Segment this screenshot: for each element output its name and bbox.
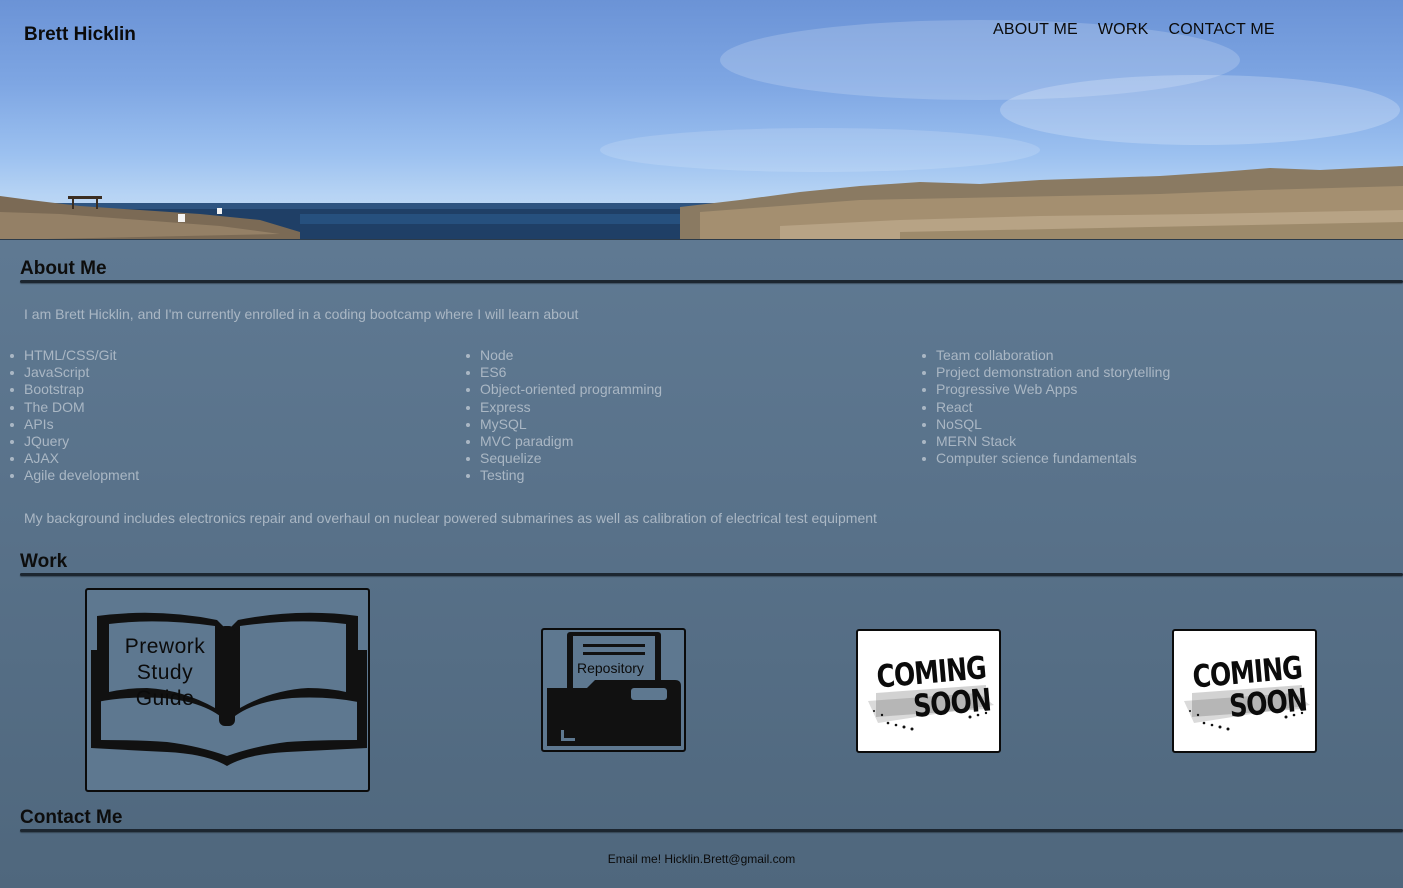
skills-list-2: Node ES6 Object-oriented programming Exp…: [465, 347, 663, 485]
list-item: MERN Stack: [921, 433, 1170, 450]
list-item: The DOM: [9, 399, 139, 416]
list-item: AJAX: [9, 450, 139, 467]
book-text: Prework Study Guide: [124, 635, 206, 710]
nav-contact-me[interactable]: CONTACT ME: [1168, 21, 1274, 39]
coming-soon-text: COMING SOON: [1191, 649, 1309, 725]
list-item: Progressive Web Apps: [921, 381, 1170, 398]
work-heading: Work: [20, 551, 68, 572]
list-item: Testing: [465, 467, 662, 484]
list-item: NoSQL: [921, 416, 1170, 433]
skills-list-3: Team collaboration Project demonstration…: [921, 347, 1171, 467]
contact-divider: [20, 829, 1403, 832]
hero-banner: Brett Hicklin ABOUT ME WORK CONTACT ME: [0, 0, 1403, 240]
list-item: Express: [465, 399, 662, 416]
main-nav: ABOUT ME WORK CONTACT ME: [993, 21, 1275, 39]
nav-work[interactable]: WORK: [1098, 21, 1149, 39]
contact-email[interactable]: Email me! Hicklin.Brett@gmail.com: [0, 852, 1403, 866]
list-item: APIs: [9, 416, 139, 433]
list-item: Computer science fundamentals: [921, 450, 1170, 467]
about-divider: [20, 280, 1403, 283]
list-item: JavaScript: [9, 364, 139, 381]
site-brand[interactable]: Brett Hicklin: [24, 24, 136, 46]
work-divider: [20, 573, 1403, 576]
list-item: MVC paradigm: [465, 433, 662, 450]
coming-soon-text: COMING SOON: [875, 649, 993, 725]
contact-heading: Contact Me: [20, 807, 123, 828]
repository-label: Repository: [577, 660, 644, 676]
list-item: React: [921, 399, 1170, 416]
list-item: Agile development: [9, 467, 140, 484]
about-heading: About Me: [20, 258, 107, 279]
list-item: Bootstrap: [9, 381, 139, 398]
list-item: JQuery: [9, 433, 139, 450]
list-item: Sequelize: [465, 450, 662, 467]
project-card-coming-soon-2[interactable]: COMING SOON: [1172, 629, 1317, 753]
project-card-prework[interactable]: Prework Study Guide: [85, 588, 370, 792]
about-intro: I am Brett Hicklin, and I'm currently en…: [24, 306, 579, 322]
about-background: My background includes electronics repai…: [24, 510, 877, 526]
list-item: Project demonstration and storytelling: [921, 364, 1171, 381]
skills-list-1: HTML/CSS/Git JavaScript Bootstrap The DO…: [9, 347, 140, 485]
folder-icon: [547, 632, 681, 746]
nav-about-me[interactable]: ABOUT ME: [993, 21, 1078, 39]
project-card-repository[interactable]: Repository: [541, 628, 686, 752]
list-item: ES6: [465, 364, 662, 381]
list-item: Object-oriented programming: [465, 381, 663, 398]
list-item: HTML/CSS/Git: [9, 347, 139, 364]
list-item: Team collaboration: [921, 347, 1170, 364]
list-item: MySQL: [465, 416, 662, 433]
project-card-coming-soon-1[interactable]: COMING SOON: [856, 629, 1001, 753]
list-item: Node: [465, 347, 662, 364]
